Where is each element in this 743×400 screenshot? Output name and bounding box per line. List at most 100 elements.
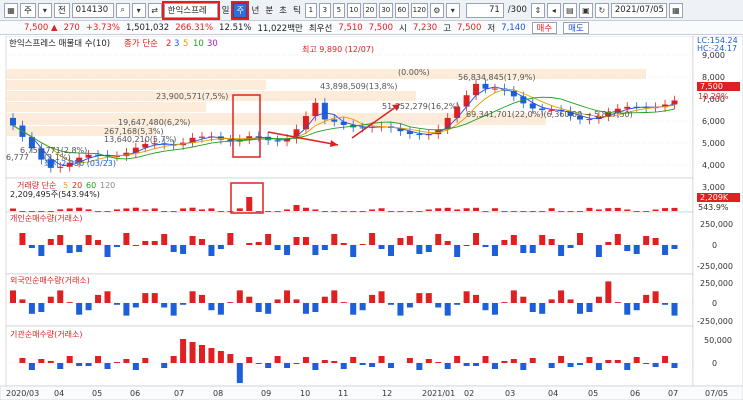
market-select[interactable]: 주 xyxy=(20,2,36,18)
annotation-profile-5: 51,352,279(16,2%) xyxy=(382,102,459,111)
bar xyxy=(378,291,385,303)
unit-minute[interactable]: 분 xyxy=(263,4,275,16)
bar xyxy=(38,211,45,212)
bar xyxy=(605,242,612,245)
quote-change-pct: +3.73% xyxy=(85,22,120,33)
unit-day[interactable]: 일 xyxy=(220,4,232,16)
bar xyxy=(95,211,102,212)
bar xyxy=(312,363,319,370)
filter-select[interactable]: 전 xyxy=(53,2,70,18)
grid-icon[interactable]: ▤ xyxy=(562,2,577,18)
unit-tick[interactable]: 틱 xyxy=(291,4,303,16)
x-tick-label: 07 xyxy=(174,389,184,398)
bar xyxy=(199,209,205,211)
chart-mode-icon[interactable]: ▦ xyxy=(4,2,18,18)
bar-count-input[interactable]: 71 xyxy=(465,2,504,18)
sell-button[interactable]: 매도 xyxy=(563,21,589,34)
search-icon[interactable]: ⌕ xyxy=(115,2,130,18)
bar xyxy=(142,241,149,245)
bar xyxy=(567,245,574,248)
bar xyxy=(312,245,319,255)
vol-ma-60: 60 xyxy=(86,181,96,190)
current-price-label: 7,500 xyxy=(700,82,723,91)
unit-week-button[interactable]: 주 xyxy=(231,0,250,20)
bar-total: /300 xyxy=(507,5,527,15)
quote-change: 270 xyxy=(63,22,80,33)
y-tick: 5,000 xyxy=(702,139,725,148)
bar xyxy=(425,209,432,211)
current-pct-label: 10.29% xyxy=(698,92,729,101)
period-120[interactable]: 120 xyxy=(410,2,428,18)
candle xyxy=(482,83,489,89)
bar xyxy=(539,211,546,212)
high-value: 7,500 xyxy=(457,22,482,33)
unit-year[interactable]: 년 xyxy=(249,4,261,16)
bar xyxy=(473,233,480,245)
bar xyxy=(19,211,26,212)
period-30[interactable]: 30 xyxy=(378,2,393,18)
stock-name-field[interactable]: 한익스프레 xyxy=(161,0,220,20)
ma-10: 10 xyxy=(193,39,204,49)
market-dropdown-icon[interactable]: ▾ xyxy=(37,2,52,18)
bar xyxy=(633,303,640,311)
bar xyxy=(539,235,546,245)
bar xyxy=(331,290,338,303)
bar xyxy=(558,211,565,212)
calendar-icon[interactable]: ▦ xyxy=(668,2,683,18)
bar xyxy=(321,360,328,363)
period-3[interactable]: 3 xyxy=(318,2,331,18)
options-dropdown-icon[interactable]: ▾ xyxy=(445,2,460,18)
x-tick-label: 11 xyxy=(338,389,348,398)
y-tick: 4,000 xyxy=(702,161,725,170)
code-dropdown-icon[interactable]: ▾ xyxy=(131,2,146,18)
quote-bar: 7,500 ▲ 270 +3.73% 1,501,032 266.31% 12.… xyxy=(0,21,743,35)
period-60[interactable]: 60 xyxy=(394,2,409,18)
bar xyxy=(359,303,366,311)
prev-icon[interactable]: ◂ xyxy=(546,2,561,18)
bar xyxy=(624,245,631,251)
bar xyxy=(246,243,253,245)
bar xyxy=(388,245,394,256)
bar xyxy=(501,302,508,303)
bar xyxy=(57,363,64,369)
bar xyxy=(170,356,177,363)
candle xyxy=(586,119,593,121)
bar xyxy=(605,360,612,363)
bar xyxy=(643,211,650,212)
period-1[interactable]: 1 xyxy=(304,2,317,18)
compare-icon[interactable]: ⇄ xyxy=(147,2,162,18)
buy-button[interactable]: 매수 xyxy=(531,21,558,34)
period-20[interactable]: 20 xyxy=(362,2,377,18)
period-5[interactable]: 5 xyxy=(332,2,345,18)
bar xyxy=(501,361,508,363)
save-icon[interactable]: ▣ xyxy=(578,2,593,18)
ma-label: 종가 단순 xyxy=(124,38,158,49)
bar xyxy=(312,303,319,312)
bar xyxy=(189,207,196,211)
date-input[interactable]: 2021/07/05 xyxy=(610,2,667,18)
institution-title: 기관순매수량(거래소) xyxy=(10,329,82,339)
bar xyxy=(340,243,347,245)
stock-chart[interactable]: 한익스프레스 매물대 수(10) 종가 단순 2 3 5 10 30 거래량 단… xyxy=(0,36,743,400)
profile-band-5 xyxy=(6,113,546,125)
bar xyxy=(416,363,423,370)
bar xyxy=(350,245,357,257)
foreign-title: 외국인순매수량(거래소) xyxy=(10,275,90,285)
settings-icon[interactable]: ⚙ xyxy=(429,2,444,18)
best-label: 최우선 xyxy=(308,23,333,34)
zoom-icon[interactable]: ⇕ xyxy=(530,2,545,18)
period-10[interactable]: 10 xyxy=(346,2,361,18)
bar xyxy=(378,356,385,363)
refresh-icon[interactable]: ↻ xyxy=(594,2,609,18)
candle xyxy=(199,136,205,138)
y-tick: 50,000 xyxy=(704,336,732,345)
stock-code-input[interactable]: 014130 xyxy=(71,2,114,18)
bar xyxy=(539,303,546,314)
bar xyxy=(614,234,621,245)
bar xyxy=(132,363,139,370)
bar xyxy=(302,207,309,211)
bar xyxy=(671,207,678,211)
bar xyxy=(652,291,659,303)
bar xyxy=(454,356,461,363)
unit-second[interactable]: 초 xyxy=(277,4,289,16)
